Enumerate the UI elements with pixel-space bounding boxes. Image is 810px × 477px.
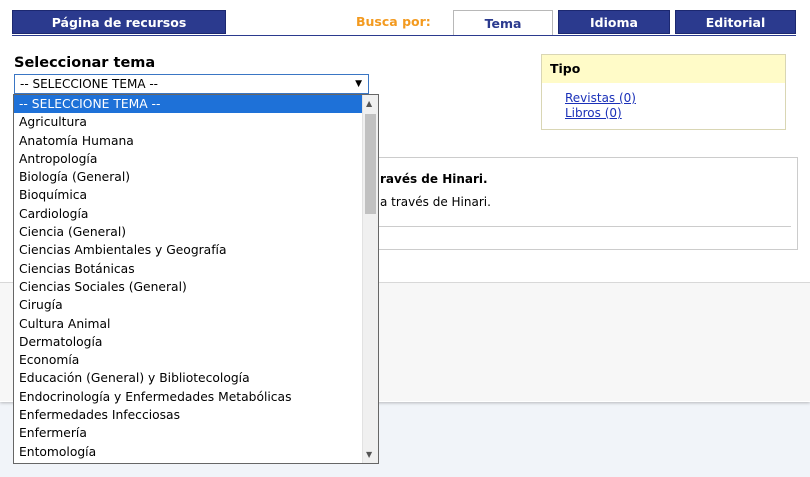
topic-option[interactable]: Ciencias Sociales (General) [14, 278, 378, 296]
tab-underline [12, 35, 796, 36]
topic-select-value: -- SELECCIONE TEMA -- [20, 77, 159, 91]
topic-option[interactable]: Cardiología [14, 205, 378, 223]
topic-option[interactable]: Economía [14, 351, 378, 369]
topic-option[interactable]: Agricultura [14, 113, 378, 131]
topic-dropdown-list[interactable]: -- SELECCIONE TEMA -- Agricultura Anatomía… [13, 94, 379, 464]
tipo-panel: Tipo Revistas (0) Libros (0) [541, 54, 786, 130]
tab-tema[interactable]: Tema [453, 10, 553, 36]
tipo-heading: Tipo [542, 55, 785, 83]
scroll-up-icon[interactable]: ▲ [366, 99, 372, 108]
scrollbar-thumb[interactable] [365, 114, 376, 214]
libros-link[interactable]: Libros (0) [565, 106, 785, 121]
topic-option[interactable]: -- SELECCIONE TEMA -- [14, 95, 378, 114]
topic-option[interactable]: Ciencias Ambientales y Geografía [14, 241, 378, 259]
topic-option[interactable]: Endocrinología y Enfermedades Metabólica… [14, 388, 378, 406]
topic-option[interactable]: Cirugía [14, 296, 378, 314]
search-by-label: Busca por: [356, 14, 431, 29]
topic-option[interactable]: Educación (General) y Bibliotecología [14, 369, 378, 387]
topic-option[interactable]: Ciencias Botánicas [14, 260, 378, 278]
revistas-link[interactable]: Revistas (0) [565, 91, 785, 106]
dropdown-arrow-icon: ▼ [355, 79, 362, 89]
tab-resources[interactable]: Página de recursos [12, 10, 226, 34]
dropdown-scrollbar[interactable]: ▲ ▼ [362, 95, 378, 463]
topic-option[interactable]: Enfermedades Infecciosas [14, 406, 378, 424]
topic-option[interactable]: Antropología [14, 150, 378, 168]
topic-select[interactable]: -- SELECCIONE TEMA -- ▼ [14, 74, 369, 94]
topic-option[interactable]: Enfermería [14, 424, 378, 442]
select-topic-heading: Seleccionar tema [14, 55, 156, 71]
topic-option[interactable]: Anatomía Humana [14, 132, 378, 150]
topic-option[interactable]: Dermatología [14, 333, 378, 351]
topic-option[interactable]: Bioquímica [14, 186, 378, 204]
topic-option[interactable]: Ciencia (General) [14, 223, 378, 241]
scroll-down-icon[interactable]: ▼ [366, 450, 372, 459]
tab-idioma[interactable]: Idioma [558, 10, 670, 34]
topic-option[interactable]: Cultura Animal [14, 315, 378, 333]
results-title: ravés de Hinari. [380, 172, 488, 186]
results-panel: ravés de Hinari. a través de Hinari. [364, 157, 798, 250]
topic-option[interactable]: Biología (General) [14, 168, 378, 186]
topic-option[interactable]: Entomología [14, 443, 378, 461]
results-divider [365, 226, 791, 227]
tab-editorial[interactable]: Editorial [675, 10, 796, 34]
topic-options: -- SELECCIONE TEMA -- Agricultura Anatomía… [14, 95, 378, 461]
results-text: a través de Hinari. [380, 195, 491, 209]
